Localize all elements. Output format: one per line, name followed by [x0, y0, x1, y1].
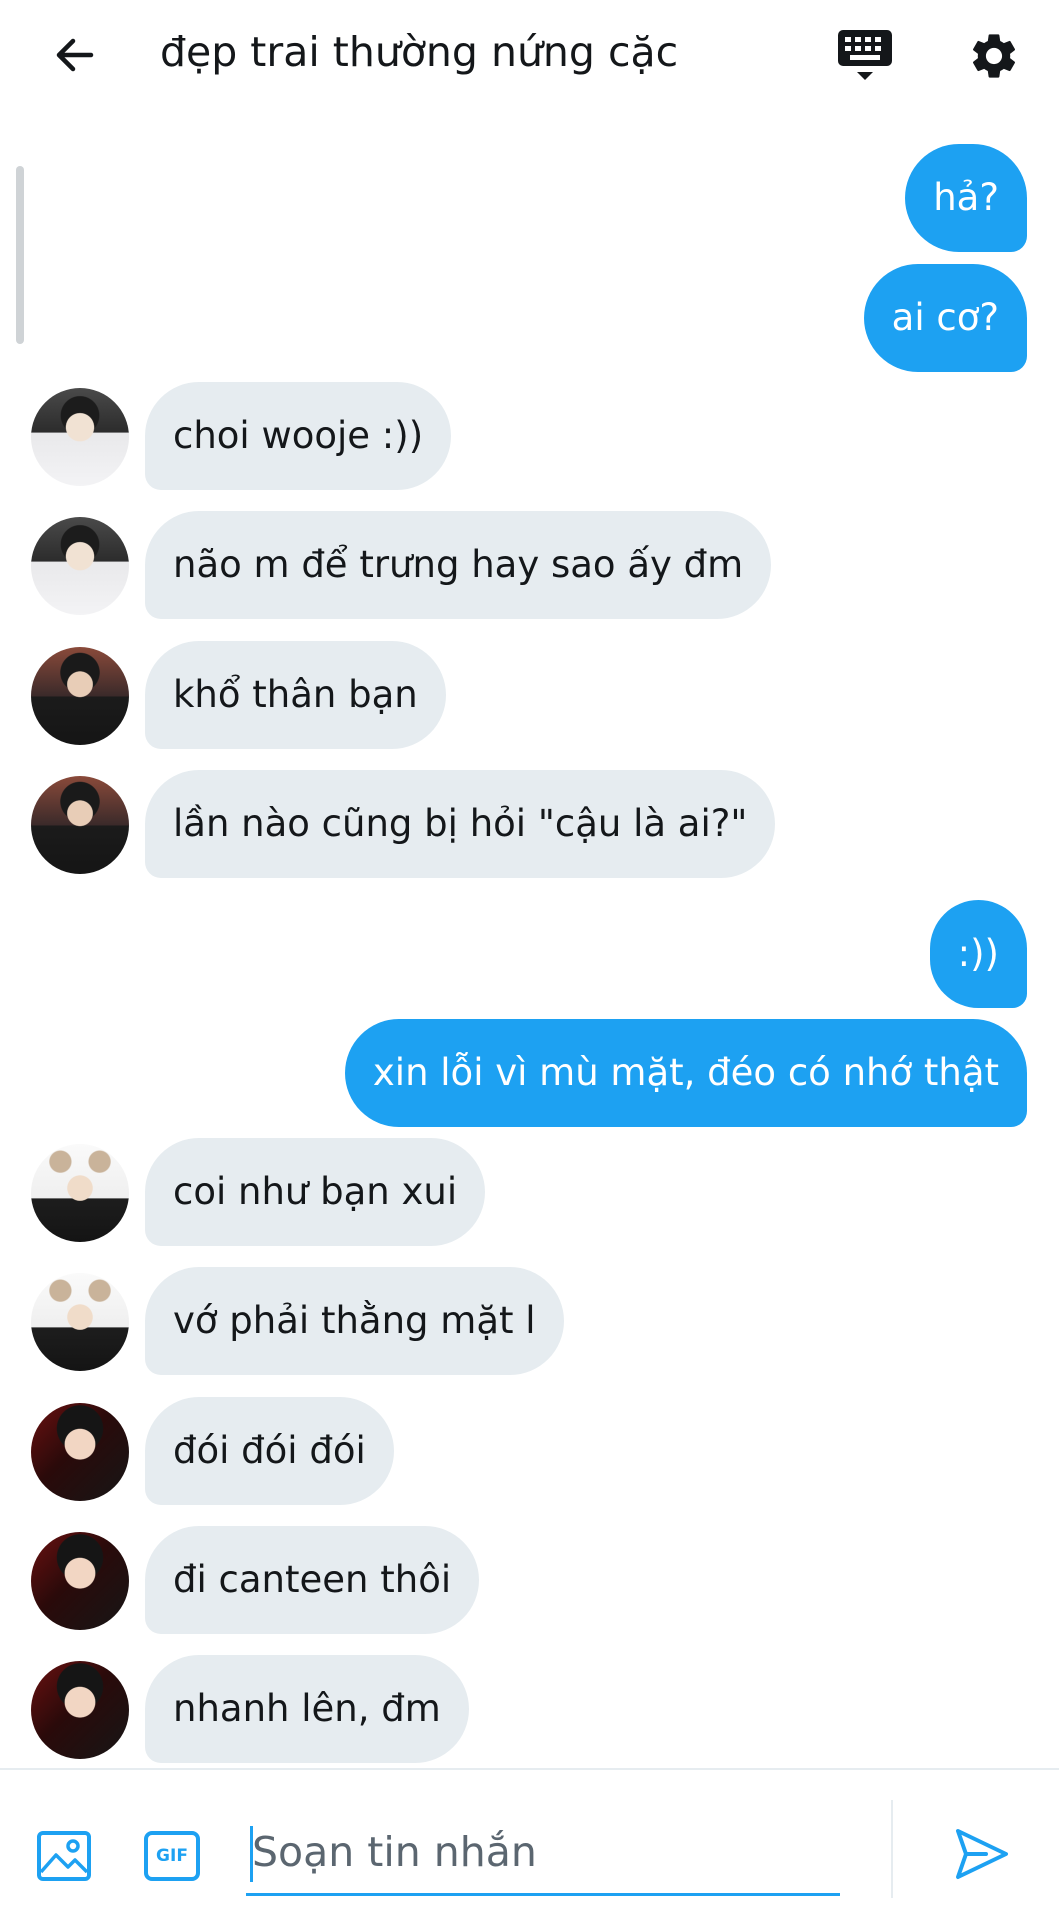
add-photo-button[interactable] [34, 1826, 94, 1886]
back-button[interactable] [44, 24, 106, 86]
message-row: đi canteen thôi [0, 1526, 1059, 1634]
incoming-message[interactable]: não m để trưng hay sao ấy đm [145, 511, 772, 619]
message-input[interactable] [246, 1810, 840, 1896]
message-row: xin lỗi vì mù mặt, đéo có nhớ thật [0, 1019, 1059, 1127]
outgoing-message[interactable]: :)) [929, 900, 1027, 1008]
message-row: lần nào cũng bị hỏi "cậu là ai?" [0, 770, 1059, 878]
incoming-message[interactable]: đói đói đói [145, 1397, 394, 1505]
incoming-message[interactable]: nhanh lên, đm [145, 1655, 469, 1763]
message-composer: GIF [0, 1768, 1059, 1920]
message-row: đói đói đói [0, 1397, 1059, 1505]
send-icon [956, 1829, 1008, 1879]
conversation-header: đẹp trai thường nứng cặc [0, 0, 1059, 108]
message-row: nhanh lên, đm [0, 1655, 1059, 1763]
avatar[interactable] [31, 647, 129, 745]
incoming-message[interactable]: khổ thân bạn [145, 641, 446, 749]
keyboard-icon [838, 30, 892, 80]
avatar[interactable] [31, 1273, 129, 1371]
image-icon [37, 1831, 91, 1881]
keyboard-button[interactable] [834, 24, 896, 86]
incoming-message[interactable]: đi canteen thôi [145, 1526, 480, 1634]
avatar[interactable] [31, 1144, 129, 1242]
gif-button[interactable]: GIF [142, 1828, 202, 1884]
outgoing-message[interactable]: ai cơ? [863, 264, 1027, 372]
message-row: coi như bạn xui [0, 1138, 1059, 1246]
message-row: khổ thân bạn [0, 641, 1059, 749]
outgoing-message[interactable]: xin lỗi vì mù mặt, đéo có nhớ thật [344, 1019, 1027, 1127]
arrow-left-icon [56, 38, 94, 72]
message-row: hả? [0, 144, 1059, 252]
avatar[interactable] [31, 1532, 129, 1630]
message-row: ai cơ? [0, 264, 1059, 372]
avatar[interactable] [31, 1403, 129, 1501]
incoming-message[interactable]: vớ phải thằng mặt l [145, 1267, 564, 1375]
message-row: choi wooje :)) [0, 382, 1059, 490]
incoming-message[interactable]: coi như bạn xui [145, 1138, 486, 1246]
message-row: :)) [0, 900, 1059, 1008]
avatar[interactable] [31, 388, 129, 486]
avatar[interactable] [31, 776, 129, 874]
message-row: não m để trưng hay sao ấy đm [0, 511, 1059, 619]
text-cursor [250, 1826, 253, 1882]
composer-divider [891, 1800, 893, 1898]
outgoing-message[interactable]: hả? [905, 144, 1027, 252]
incoming-message[interactable]: lần nào cũng bị hỏi "cậu là ai?" [145, 770, 776, 878]
settings-button[interactable] [962, 24, 1026, 88]
incoming-message[interactable]: choi wooje :)) [145, 382, 452, 490]
gear-icon [972, 34, 1016, 78]
avatar[interactable] [31, 1661, 129, 1759]
message-row: vớ phải thằng mặt l [0, 1267, 1059, 1375]
send-button[interactable] [950, 1822, 1014, 1886]
conversation-title: đẹp trai thường nứng cặc [160, 28, 679, 76]
message-list: hả? ai cơ? choi wooje :)) não m để trưng… [0, 108, 1059, 1768]
gif-label: GIF [156, 1846, 188, 1866]
avatar[interactable] [31, 517, 129, 615]
